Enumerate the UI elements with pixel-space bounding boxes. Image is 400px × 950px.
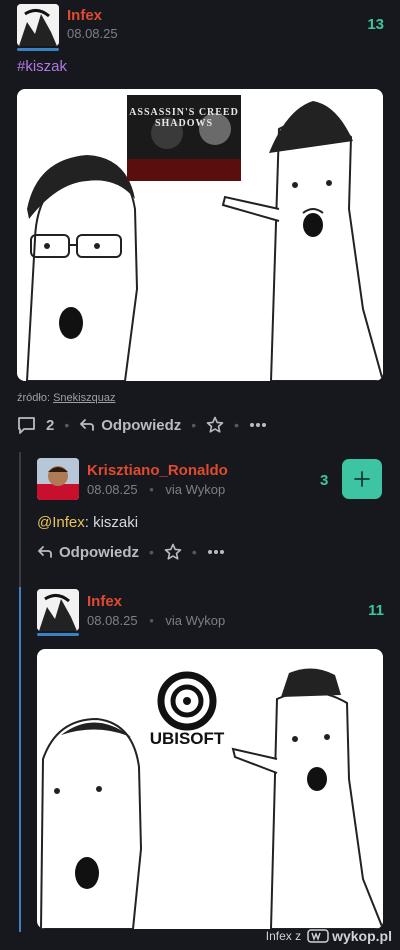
comments-count: 2 bbox=[46, 416, 55, 434]
meme-drawing bbox=[39, 668, 383, 929]
post-actions: 2 • Odpowiedz • • bbox=[17, 416, 267, 434]
post-author[interactable]: Infex bbox=[67, 7, 102, 24]
comment1-avatar[interactable] bbox=[37, 458, 79, 500]
separator: • bbox=[149, 613, 154, 628]
meme-drawing bbox=[25, 95, 383, 381]
comment1-reply-button[interactable]: Odpowiedz bbox=[37, 544, 139, 561]
comment1-author[interactable]: Krisztiano_Ronaldo bbox=[87, 462, 228, 479]
separator: • bbox=[191, 544, 197, 560]
comment2-meta: 08.08.25 • via Wykop bbox=[87, 613, 225, 628]
favorite-button[interactable] bbox=[206, 416, 224, 434]
separator: • bbox=[149, 482, 154, 497]
separator: • bbox=[191, 417, 197, 433]
game-cover-title: ASSASSIN'S CREED SHADOWS bbox=[129, 107, 239, 129]
more-icon bbox=[207, 550, 224, 554]
post-image[interactable]: ASSASSIN'S CREED SHADOWS bbox=[17, 89, 383, 381]
footer-text: Infex z bbox=[265, 929, 302, 943]
reply-icon bbox=[79, 419, 95, 431]
more-button[interactable] bbox=[249, 422, 267, 428]
star-icon bbox=[206, 416, 224, 433]
comment2-image[interactable]: UBISOFT bbox=[37, 649, 383, 929]
wykop-logo: wykop.pl bbox=[307, 928, 392, 944]
comment1-date: 08.08.25 bbox=[87, 482, 138, 497]
source-link[interactable]: Snekiszquaz bbox=[53, 392, 115, 404]
ubisoft-logo-text: UBISOFT bbox=[149, 729, 225, 748]
more-icon bbox=[250, 423, 267, 427]
reply-label: Odpowiedz bbox=[59, 543, 139, 561]
comment1-actions: Odpowiedz • • bbox=[37, 543, 225, 561]
post-avatar[interactable] bbox=[17, 4, 59, 46]
wykop-brand: wykop.pl bbox=[332, 928, 392, 944]
comment-icon bbox=[18, 417, 35, 434]
comment2-avatar[interactable] bbox=[37, 589, 79, 631]
reply-icon bbox=[37, 546, 52, 558]
thread-line bbox=[19, 452, 21, 567]
reply-button[interactable]: Odpowiedz bbox=[79, 417, 181, 434]
separator: • bbox=[234, 417, 240, 433]
source-label: źródło: bbox=[17, 392, 51, 404]
comment2-via: via Wykop bbox=[165, 613, 226, 628]
comment1-body: @Infex: kiszaki bbox=[37, 514, 138, 531]
comment1-score: 3 bbox=[320, 472, 329, 489]
plus-button[interactable] bbox=[342, 459, 382, 499]
comment2-author[interactable]: Infex bbox=[87, 593, 122, 610]
comment1-text: : kiszaki bbox=[84, 514, 139, 531]
post-date: 08.08.25 bbox=[67, 26, 118, 41]
plus-icon bbox=[354, 471, 370, 487]
separator: • bbox=[149, 544, 154, 560]
comment2-score: 11 bbox=[368, 602, 384, 619]
separator: • bbox=[64, 417, 70, 433]
comment1-favorite-button[interactable] bbox=[164, 543, 182, 561]
reply-indent-line bbox=[19, 587, 21, 932]
comment1-meta: 08.08.25 • via Wykop bbox=[87, 482, 225, 497]
image-source: źródło: Snekiszquaz bbox=[17, 392, 115, 404]
avatar-badge bbox=[37, 633, 79, 636]
mention-link[interactable]: @Infex bbox=[37, 514, 85, 531]
avatar-badge bbox=[17, 48, 59, 51]
footer-watermark: Infex z wykop.pl bbox=[266, 928, 392, 944]
comments-button[interactable]: 2 bbox=[17, 416, 54, 434]
comment1-more-button[interactable] bbox=[207, 549, 225, 555]
comment1-via: via Wykop bbox=[165, 482, 226, 497]
post-score: 13 bbox=[367, 16, 384, 33]
reply-label: Odpowiedz bbox=[101, 416, 182, 434]
star-icon bbox=[164, 543, 182, 560]
wykop-icon bbox=[307, 929, 329, 943]
comment2-date: 08.08.25 bbox=[87, 613, 138, 628]
post-tag[interactable]: #kiszak bbox=[17, 58, 67, 75]
